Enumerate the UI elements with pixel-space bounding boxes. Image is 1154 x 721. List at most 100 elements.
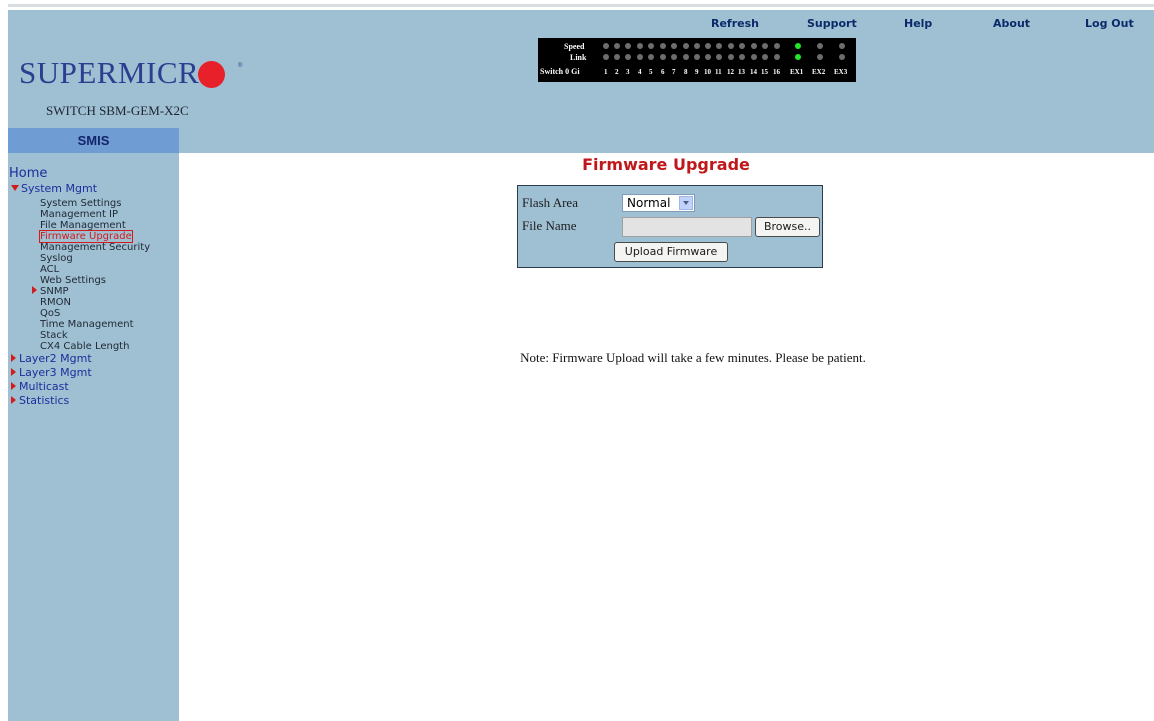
chevron-down-icon [679, 196, 693, 210]
link-led-icon [774, 54, 780, 60]
link-led-icon [660, 54, 666, 60]
refresh-link[interactable]: Refresh [711, 17, 759, 30]
sidebar-section-label: Statistics [19, 394, 70, 407]
speed-led-icon [648, 43, 654, 49]
sidebar-item-rmon[interactable]: RMON [40, 297, 71, 308]
flash-area-value: Normal [627, 196, 671, 210]
logo-text: SUPERMICR [19, 55, 200, 90]
smis-tab[interactable]: SMIS [8, 128, 179, 153]
sidebar-item-system-mgmt[interactable]: System Mgmt [11, 183, 97, 194]
port-number: 10 [704, 68, 711, 76]
speed-led-icon [762, 43, 768, 49]
speed-led-icon [817, 43, 823, 49]
link-led-icon [795, 54, 801, 60]
speed-led-icon [739, 43, 745, 49]
page-title: Firmware Upgrade [582, 155, 750, 174]
flash-area-select[interactable]: Normal [622, 194, 695, 212]
link-led-icon [839, 54, 845, 60]
port-number: EX2 [812, 68, 826, 76]
supermicro-logo: SUPERMICR [19, 55, 226, 91]
link-led-icon [705, 54, 711, 60]
speed-led-icon [603, 43, 609, 49]
link-led-icon [762, 54, 768, 60]
speed-led-icon [683, 43, 689, 49]
sidebar-item-snmp[interactable]: SNMP [32, 286, 69, 297]
header-bar: SUPERMICR ® SWITCH SBM-GEM-X2C SMIS Refr… [8, 10, 1154, 153]
file-name-input[interactable] [622, 217, 752, 237]
top-navigation: Refresh Support Help About Log Out [8, 17, 1154, 35]
expanded-arrow-icon [11, 185, 19, 191]
link-led-icon [694, 54, 700, 60]
about-link[interactable]: About [993, 17, 1030, 30]
collapsed-arrow-icon [11, 354, 16, 362]
sidebar-item-file-management[interactable]: File Management [40, 220, 126, 231]
speed-led-icon [728, 43, 734, 49]
port-number: 15 [761, 68, 768, 76]
port-number: 12 [727, 68, 734, 76]
sidebar-home-link[interactable]: Home [9, 166, 47, 181]
speed-led-icon [637, 43, 643, 49]
sidebar-item-layer3-mgmt[interactable]: Layer3 Mgmt [11, 367, 92, 378]
port-number: EX1 [790, 68, 804, 76]
help-link[interactable]: Help [904, 17, 932, 30]
link-led-icon [683, 54, 689, 60]
port-number: 11 [715, 68, 722, 76]
collapsed-arrow-icon [11, 368, 16, 376]
speed-led-icon [694, 43, 700, 49]
link-led-icon [603, 54, 609, 60]
link-label: Link [570, 53, 587, 62]
port-number: 5 [649, 68, 653, 76]
upload-firmware-button[interactable]: Upload Firmware [614, 242, 728, 262]
speed-led-icon [705, 43, 711, 49]
speed-led-icon [716, 43, 722, 49]
sidebar-item-qos[interactable]: QoS [40, 308, 60, 319]
sidebar-item-management-ip[interactable]: Management IP [40, 209, 118, 220]
flash-area-label: Flash Area [522, 195, 578, 210]
port-number: 13 [738, 68, 745, 76]
collapsed-arrow-icon [11, 396, 16, 404]
speed-led-icon [660, 43, 666, 49]
sidebar-item-layer2-mgmt[interactable]: Layer2 Mgmt [11, 353, 92, 364]
sidebar-item-acl[interactable]: ACL [40, 264, 59, 275]
sidebar-item-time-management[interactable]: Time Management [40, 319, 134, 330]
logo-dot-icon [198, 61, 226, 88]
port-number: 4 [638, 68, 642, 76]
sidebar-item-stack[interactable]: Stack [40, 330, 68, 341]
sidebar-item-cx4-cable-length[interactable]: CX4 Cable Length [40, 341, 129, 352]
link-led-icon [751, 54, 757, 60]
link-led-icon [625, 54, 631, 60]
collapsed-arrow-icon [11, 382, 16, 390]
link-led-icon [648, 54, 654, 60]
sidebar-item-system-settings[interactable]: System Settings [40, 198, 121, 209]
browse-button[interactable]: Browse.. [755, 217, 820, 237]
link-led-icon [728, 54, 734, 60]
sidebar-item-management-security[interactable]: Management Security [40, 242, 150, 253]
port-number: 3 [626, 68, 630, 76]
sidebar: Home System Mgmt System Settings Managem… [8, 153, 179, 721]
collapsed-arrow-icon [32, 286, 37, 294]
sidebar-item-label: SNMP [40, 286, 69, 297]
port-number: 7 [672, 68, 676, 76]
sidebar-item-firmware-upgrade[interactable]: Firmware Upgrade [39, 230, 133, 243]
sidebar-section-label: Layer3 Mgmt [19, 366, 92, 379]
sidebar-item-multicast[interactable]: Multicast [11, 381, 69, 392]
link-led-icon [614, 54, 620, 60]
link-led-icon [817, 54, 823, 60]
app-frame: SUPERMICR ® SWITCH SBM-GEM-X2C SMIS Refr… [8, 4, 1154, 721]
sidebar-item-syslog[interactable]: Syslog [40, 253, 73, 264]
switch-model: SWITCH SBM-GEM-X2C [46, 103, 189, 118]
link-led-icon [637, 54, 643, 60]
port-status-panel: Speed Link Switch 0 Gi 1 2 3 4 5 6 7 8 9 10 11 12 13… [538, 38, 856, 82]
sidebar-item-web-settings[interactable]: Web Settings [40, 275, 106, 286]
speed-led-icon [625, 43, 631, 49]
logout-link[interactable]: Log Out [1085, 17, 1134, 30]
port-number: 9 [695, 68, 699, 76]
firmware-upgrade-form: Flash Area Normal File Name Browse.. Upl… [517, 185, 823, 268]
sidebar-item-statistics[interactable]: Statistics [11, 395, 69, 406]
speed-led-icon [671, 43, 677, 49]
link-led-icon [671, 54, 677, 60]
speed-led-icon [751, 43, 757, 49]
upload-note: Note: Firmware Upload will take a few mi… [520, 350, 866, 365]
support-link[interactable]: Support [807, 17, 857, 30]
speed-label: Speed [564, 42, 585, 51]
